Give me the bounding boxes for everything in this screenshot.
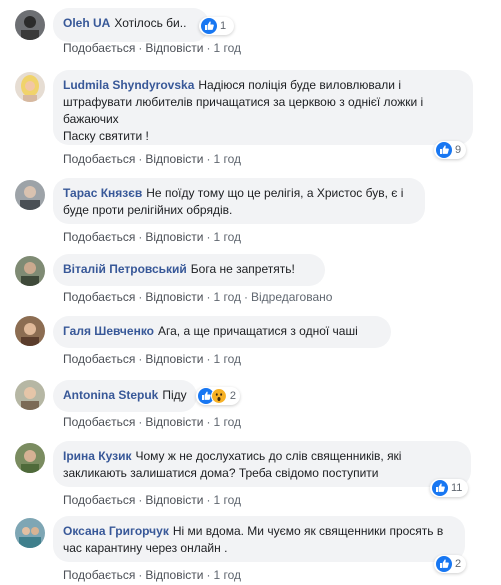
avatar[interactable] [15, 10, 45, 40]
edited-label[interactable]: Відредаговано [251, 290, 332, 304]
separator: · [244, 290, 248, 304]
reaction-summary[interactable]: 1 [199, 17, 234, 35]
comment-text: Бога не запретять! [190, 262, 295, 276]
avatar[interactable] [15, 518, 45, 548]
comment-author[interactable]: Віталій Петровський [63, 262, 187, 276]
separator: · [138, 290, 143, 304]
thumbs-up-icon [201, 18, 217, 34]
comment-bubble: Oleh UA Хотілось би.. [53, 8, 209, 42]
comment-author[interactable]: Галя Шевченко [63, 324, 154, 338]
avatar[interactable] [15, 256, 45, 286]
reaction-count: 2 [455, 558, 462, 570]
separator: · [138, 568, 143, 582]
comment-author[interactable]: Оксана Григорчук [63, 524, 169, 538]
reply-link[interactable]: Відповісти [145, 41, 203, 55]
like-link[interactable]: Подобається [63, 152, 135, 166]
comment-author[interactable]: Oleh UA [63, 16, 110, 30]
comment-text: Хотілось би.. [114, 16, 187, 30]
reaction-count: 9 [455, 144, 462, 156]
comment-author[interactable]: Antonina Stepuk [63, 388, 158, 402]
thumbs-up-icon [436, 556, 452, 572]
comment-author[interactable]: Ірина Кузик [63, 449, 131, 463]
comment-time[interactable]: 1 год [213, 493, 241, 507]
avatar[interactable] [15, 72, 45, 102]
reply-link[interactable]: Відповісти [145, 290, 203, 304]
reply-link[interactable]: Відповісти [145, 152, 203, 166]
like-link[interactable]: Подобається [63, 41, 135, 55]
reaction-summary[interactable]: 9 [434, 141, 466, 159]
comment-bubble: Галя Шевченко Ага, а ще причащатися з одн… [53, 316, 391, 348]
comment-bubble: Antonina Stepuk Піду [53, 380, 197, 412]
separator: · [138, 230, 143, 244]
separator: · [206, 41, 211, 55]
comment-author[interactable]: Тарас Князєв [63, 186, 142, 200]
thumbs-up-icon [432, 480, 448, 496]
comment-bubble: Віталій Петровський Бога не запретять! [53, 254, 325, 286]
comment-author[interactable]: Ludmila Shyndyrovska [63, 78, 194, 92]
like-link[interactable]: Подобається [63, 290, 135, 304]
reaction-summary[interactable]: 2 [196, 387, 240, 405]
reaction-count: 1 [220, 20, 227, 32]
avatar[interactable] [15, 316, 45, 346]
comment-actions: Подобається · Відповісти · 1 год [63, 351, 241, 367]
comment-time[interactable]: 1 год [213, 352, 241, 366]
comment-bubble: Ludmila Shyndyrovska Надіюся поліція буде… [53, 70, 473, 145]
separator: · [206, 568, 211, 582]
like-link[interactable]: Подобається [63, 415, 135, 429]
comment-bubble: Ірина Кузик Чому ж не дослухатись до слів… [53, 441, 471, 487]
comment-actions: Подобається · Відповісти · 1 год [63, 414, 241, 430]
reply-link[interactable]: Відповісти [145, 352, 203, 366]
comment-text: Піду [162, 388, 187, 402]
comment-actions: Подобається · Відповісти · 1 год [63, 40, 241, 56]
comment-actions: Подобається · Відповісти · 1 год [63, 151, 241, 167]
reply-link[interactable]: Відповісти [145, 493, 203, 507]
comment-time[interactable]: 1 год [213, 568, 241, 582]
comment-bubble: Тарас Князєв Не поїду тому що це релігія,… [53, 178, 425, 224]
like-link[interactable]: Подобається [63, 568, 135, 582]
comment-actions: Подобається · Відповісти · 1 год [63, 567, 241, 583]
separator: · [138, 41, 143, 55]
comment-text: Ага, а ще причащатися з одної чаші [158, 324, 358, 338]
reaction-summary[interactable]: 2 [434, 555, 466, 573]
comment-actions: Подобається · Відповісти · 1 год [63, 229, 241, 245]
like-link[interactable]: Подобається [63, 352, 135, 366]
comment-time[interactable]: 1 год [213, 415, 241, 429]
like-link[interactable]: Подобається [63, 493, 135, 507]
reaction-count: 11 [451, 482, 463, 494]
separator: · [138, 415, 143, 429]
comment-time[interactable]: 1 год [213, 230, 241, 244]
separator: · [206, 352, 211, 366]
wow-emoji-icon [210, 388, 227, 404]
comment-time[interactable]: 1 год [213, 41, 241, 55]
like-link[interactable]: Подобається [63, 230, 135, 244]
separator: · [138, 352, 143, 366]
separator: · [138, 493, 143, 507]
comment-actions: Подобається · Відповісти · 1 год · Відредагова… [63, 289, 332, 305]
avatar[interactable] [15, 443, 45, 473]
comment-time[interactable]: 1 год [213, 152, 241, 166]
separator: · [206, 230, 211, 244]
reaction-count: 2 [229, 390, 236, 402]
separator: · [206, 152, 211, 166]
comment-bubble: Оксана Григорчук Ні ми вдома. Ми чуємо як… [53, 516, 465, 562]
thumbs-up-icon [436, 142, 452, 158]
avatar[interactable] [15, 380, 45, 410]
separator: · [138, 152, 143, 166]
reply-link[interactable]: Відповісти [145, 415, 203, 429]
avatar[interactable] [15, 180, 45, 210]
reply-link[interactable]: Відповісти [145, 568, 203, 582]
separator: · [206, 415, 211, 429]
comment-time[interactable]: 1 год [213, 290, 241, 304]
comment-actions: Подобається · Відповісти · 1 год [63, 492, 241, 508]
reaction-summary[interactable]: 11 [430, 479, 468, 497]
separator: · [206, 493, 211, 507]
separator: · [206, 290, 211, 304]
reply-link[interactable]: Відповісти [145, 230, 203, 244]
